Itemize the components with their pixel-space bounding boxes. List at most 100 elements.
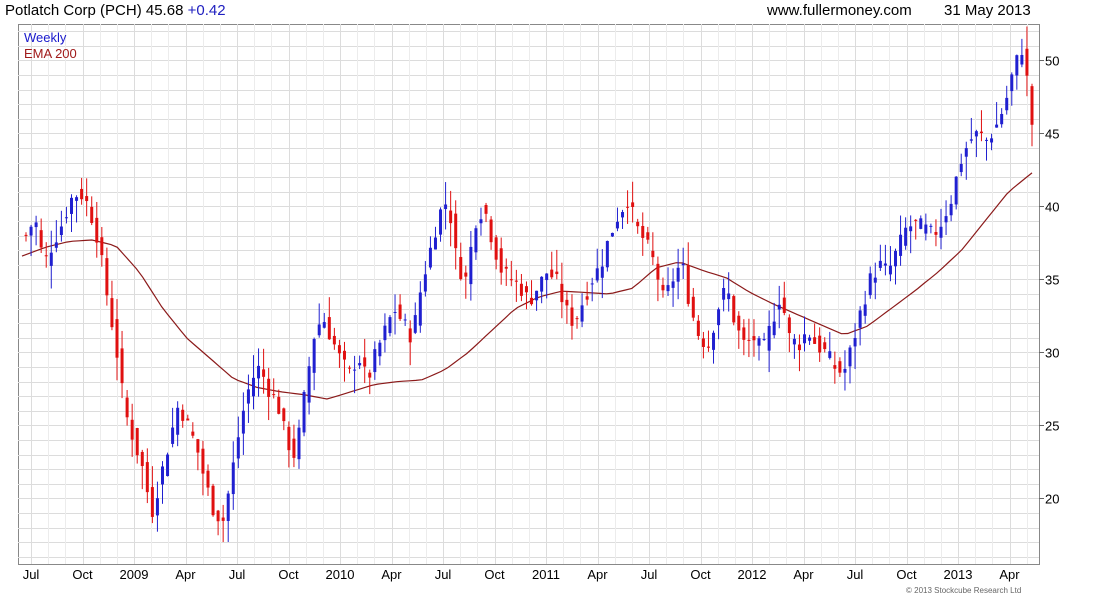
y-tick-label: 30	[1045, 345, 1059, 360]
candle-body	[717, 309, 721, 326]
candle-body	[150, 487, 154, 517]
candle-body	[145, 462, 149, 493]
candle-body	[49, 252, 53, 266]
candle-body	[853, 338, 857, 347]
candle-body	[605, 240, 609, 268]
candle-body	[130, 419, 134, 440]
candle-body	[302, 392, 306, 433]
candle-body	[575, 318, 579, 320]
candle-body	[322, 322, 326, 328]
candle-body	[287, 426, 291, 451]
candle-body	[1015, 55, 1019, 76]
candle-body	[29, 226, 33, 236]
x-tick-label: 2012	[738, 567, 767, 582]
y-tick-label: 25	[1045, 418, 1059, 433]
candle-body	[64, 217, 68, 219]
candle-body	[504, 266, 508, 269]
candle-body	[969, 139, 973, 141]
legend-weekly: Weekly	[24, 30, 67, 45]
candle-body	[530, 297, 534, 305]
candle-body	[464, 272, 468, 277]
candle-body	[368, 372, 372, 378]
candle-body	[894, 250, 898, 267]
candle-body	[378, 342, 382, 357]
candle-body	[418, 292, 422, 326]
candle-body	[883, 263, 887, 266]
candle-body	[363, 357, 367, 367]
candle-body	[312, 338, 316, 373]
candle-body	[641, 226, 645, 238]
candle-body	[631, 202, 635, 207]
candle-body	[899, 234, 903, 256]
candle-body	[540, 276, 544, 292]
x-tick-label: Jul	[847, 567, 864, 582]
candle-body	[954, 176, 958, 205]
candle-body	[80, 188, 84, 200]
candle-body	[327, 317, 331, 340]
candle-body	[757, 338, 761, 346]
candle-body	[59, 226, 63, 236]
candle-body	[272, 394, 276, 396]
candle-body	[590, 283, 594, 285]
candle-body	[398, 304, 402, 319]
candle-body	[44, 255, 48, 257]
candle-body	[979, 131, 983, 134]
x-tick-label: Jul	[641, 567, 658, 582]
candle-body	[964, 148, 968, 157]
y-tick-label: 50	[1045, 53, 1059, 68]
candle-body	[449, 210, 453, 224]
candle-body	[484, 205, 488, 214]
candle-body	[353, 369, 357, 371]
candle-body	[1010, 74, 1014, 92]
candle-body	[135, 428, 139, 456]
candle-body	[671, 281, 675, 288]
candle-body	[656, 263, 660, 280]
candle-body	[428, 247, 432, 268]
candle-body	[479, 219, 483, 224]
candle-body	[524, 286, 528, 293]
candle-body	[909, 226, 913, 232]
candle-body	[444, 204, 448, 210]
candle-body	[727, 293, 731, 300]
candle-body	[39, 230, 43, 248]
candle-body	[1020, 54, 1024, 65]
candle-body	[924, 224, 928, 234]
candle-body	[585, 296, 589, 300]
candle-body	[813, 337, 817, 344]
y-tick-label: 45	[1045, 126, 1059, 141]
x-tick-label: Oct	[690, 567, 711, 582]
candle-body	[752, 336, 756, 341]
x-tick-label: 2009	[120, 567, 149, 582]
candle-body	[292, 438, 296, 458]
x-tick-label: Jul	[435, 567, 452, 582]
candle-body	[1025, 48, 1029, 76]
candle-body	[818, 335, 822, 353]
candle-body	[565, 299, 569, 306]
candle-body	[959, 164, 963, 173]
candle-body	[666, 285, 670, 292]
candle-body	[949, 203, 953, 216]
candle-body	[843, 368, 847, 373]
candle-body	[701, 338, 705, 347]
candle-body	[737, 315, 741, 331]
x-tick-label: Apr	[381, 567, 402, 582]
candle-body	[646, 232, 650, 240]
candle-body	[555, 271, 559, 275]
candle-body	[570, 307, 574, 326]
candle-body	[186, 418, 190, 421]
candle-body	[489, 219, 493, 243]
candle-body	[454, 213, 458, 249]
candle-body	[787, 317, 791, 334]
candle-body	[241, 410, 245, 434]
candle-body	[681, 263, 685, 266]
candle-body	[408, 328, 412, 343]
candle-body	[560, 283, 564, 303]
candle-body	[160, 466, 164, 485]
candle-body	[221, 517, 225, 521]
candle-body	[155, 498, 159, 516]
candle-body	[69, 197, 73, 214]
candle-body	[171, 427, 175, 444]
x-tick-label: Apr	[175, 567, 196, 582]
candle-body	[262, 369, 266, 377]
candle-body	[797, 344, 801, 351]
